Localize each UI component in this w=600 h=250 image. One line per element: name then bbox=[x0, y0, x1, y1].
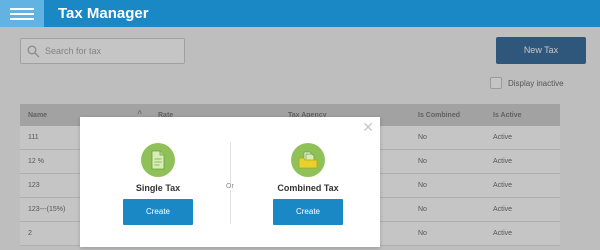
single-tax-title: Single Tax bbox=[135, 183, 181, 193]
single-tax-option: Single Tax Create bbox=[108, 143, 208, 225]
top-bar: Tax Manager bbox=[0, 0, 600, 27]
close-icon[interactable]: ✕ bbox=[362, 120, 374, 134]
create-single-tax-button[interactable]: Create bbox=[123, 199, 193, 225]
combined-tax-option: Combined Tax Create bbox=[258, 143, 358, 225]
hamburger-menu-icon[interactable] bbox=[0, 0, 44, 27]
create-tax-modal: ✕ Single Tax Create Or Combined Tax Crea… bbox=[80, 117, 380, 247]
document-icon bbox=[141, 143, 175, 177]
folder-documents-icon bbox=[291, 143, 325, 177]
or-label: Or bbox=[224, 183, 236, 190]
app-title: Tax Manager bbox=[58, 5, 149, 22]
combined-tax-title: Combined Tax bbox=[277, 183, 339, 193]
create-combined-tax-button[interactable]: Create bbox=[273, 199, 343, 225]
